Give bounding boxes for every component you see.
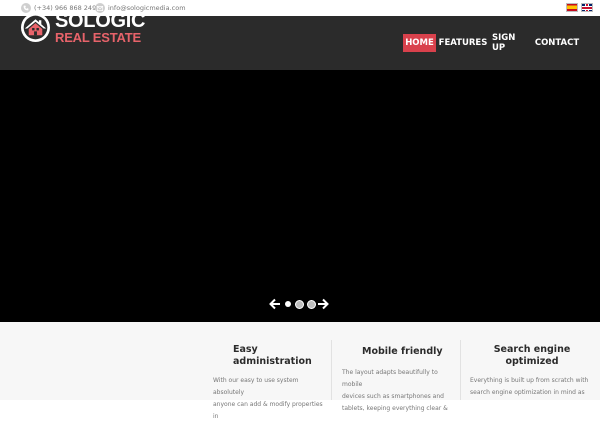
feature-text-line: tablets, keeping everything clear & [342, 405, 448, 412]
spain-flag-icon[interactable] [566, 3, 578, 12]
house-logo-icon [20, 12, 51, 42]
feature-title: Mobile friendly [362, 346, 443, 357]
feature-text-line: Everything is built up from scratch with [470, 377, 589, 384]
feature-text-line: search engine optimization in mind as [470, 389, 585, 396]
site-logo[interactable]: SOLOGIC REAL ESTATE [20, 9, 146, 45]
feature-title-line: Easy [233, 344, 258, 355]
nav-features[interactable]: FEATURES [439, 34, 488, 52]
hero-slider [0, 70, 600, 322]
feature-title-line: administration [233, 356, 312, 367]
arrow-right-icon[interactable] [317, 298, 329, 310]
feature-description: Everything is built up from scratch with… [470, 375, 590, 399]
feature-text-line: anyone can add & modify properties in [213, 401, 323, 420]
uk-flag-icon[interactable] [581, 3, 593, 12]
feature-description: The layout adapts beautifully to mobile … [342, 367, 452, 415]
logo-subtitle: REAL ESTATE [55, 29, 141, 45]
slider-dot-3[interactable] [307, 299, 316, 309]
feature-text-line: The layout adapts beautifully to mobile [342, 369, 438, 388]
feature-title-line: optimized [505, 356, 559, 367]
nav-sign-up[interactable]: SIGN UP [492, 33, 529, 53]
feature-description: With our easy to use system absolutely a… [213, 375, 325, 423]
feature-search-engine-optimized: Search engine optimized Everything is bu… [461, 322, 600, 400]
arrow-left-icon[interactable] [269, 298, 281, 310]
nav-home[interactable]: HOME [403, 34, 436, 52]
slider-dot-1[interactable] [285, 301, 291, 307]
feature-easy-administration: Easy administration With our easy to use… [210, 322, 323, 420]
feature-title-line: Search engine [493, 344, 571, 355]
slider-dot-2[interactable] [295, 299, 304, 309]
feature-title: Easy administration [233, 344, 323, 368]
feature-text-line: With our easy to use system absolutely [213, 377, 299, 396]
feature-mobile-friendly: Mobile friendly The layout adapts beauti… [332, 322, 460, 412]
logo-name: SOLOGIC [55, 9, 146, 32]
feature-text-line: devices such as smartphones and [342, 393, 444, 400]
nav-contact[interactable]: CONTACT [535, 34, 579, 52]
feature-title: Search engine optimized [477, 344, 587, 368]
